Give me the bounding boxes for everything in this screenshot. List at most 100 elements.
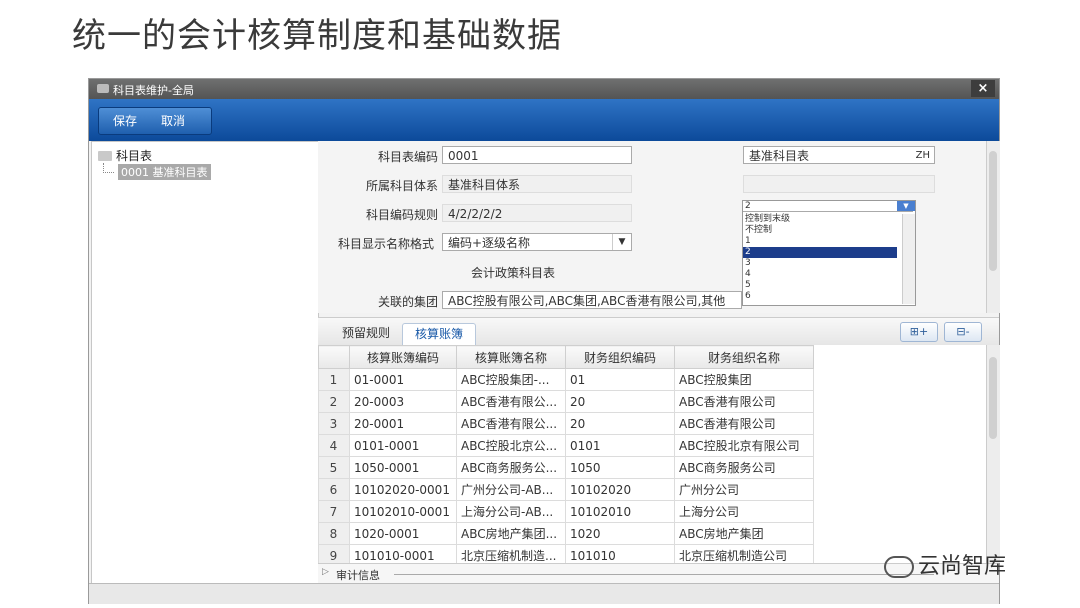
save-button[interactable]: 保存 [113, 112, 137, 129]
system-label: 所属科目体系 [365, 179, 438, 193]
row-number[interactable]: 7 [318, 500, 350, 523]
book-code-header[interactable]: 核算账簿编码 [349, 345, 457, 369]
org-name-cell[interactable]: 广州分公司 [674, 478, 814, 501]
book-code-cell[interactable]: 101010-0001 [349, 544, 457, 563]
book-name-cell[interactable]: 上海分公司-AB... [456, 500, 566, 523]
scrollbar-thumb[interactable] [989, 151, 997, 271]
org-name-cell[interactable]: 北京压缩机制造公司 [674, 544, 814, 563]
org-code-cell[interactable]: 10102010 [565, 500, 675, 523]
row-number[interactable]: 2 [318, 390, 350, 413]
groups-label: 关联的集团 [377, 295, 438, 309]
book-name-cell[interactable]: ABC控股集团-... [456, 368, 566, 391]
tree-node-selected[interactable]: 0001 基准科目表 [118, 164, 211, 180]
book-code-cell[interactable]: 10102010-0001 [349, 500, 457, 523]
org-code-header[interactable]: 财务组织编码 [565, 345, 675, 369]
book-code-cell[interactable]: 01-0001 [349, 368, 457, 391]
dropdown-arrow-icon[interactable]: ▼ [897, 201, 915, 211]
listbox-scrollbar[interactable] [902, 214, 915, 304]
table-row[interactable]: 3 20-0001 ABC香港有限公... 20 ABC香港有限公司 [318, 412, 814, 435]
audit-info-label: 审计信息 [336, 569, 380, 582]
form-scrollbar[interactable] [986, 141, 1000, 313]
book-code-cell[interactable]: 20-0001 [349, 412, 457, 435]
code-field[interactable]: 0001 [442, 146, 632, 164]
tab-reserve-rules[interactable]: 预留规则 [330, 323, 402, 345]
expand-triangle-icon[interactable]: ▷ [322, 567, 329, 577]
language-code[interactable]: ZH [916, 147, 930, 165]
name-field[interactable]: 基准科目表 ZH [743, 146, 935, 164]
org-name-cell[interactable]: ABC控股北京有限公司 [674, 434, 814, 457]
add-row-icon[interactable]: ⊞+ [900, 322, 938, 342]
control-rule-field[interactable] [743, 175, 935, 193]
org-name-cell[interactable]: 上海分公司 [674, 500, 814, 523]
control-level-option[interactable]: 4 [743, 269, 897, 280]
table-row[interactable]: 7 10102010-0001 上海分公司-AB... 10102010 上海分公司 [318, 500, 814, 523]
book-code-cell[interactable]: 0101-0001 [349, 434, 457, 457]
org-code-cell[interactable]: 20 [565, 412, 675, 435]
tab-accounting-books[interactable]: 核算账簿 [402, 323, 477, 346]
control-level-dropdown[interactable]: 2 ▼ 控制到末级 不控制 1 2 3 4 5 6 [742, 200, 916, 306]
table-row[interactable]: 2 20-0003 ABC香港有限公... 20 ABC香港有限公司 [318, 390, 814, 413]
book-code-cell[interactable]: 1050-0001 [349, 456, 457, 479]
control-level-current[interactable]: 2 [743, 201, 913, 212]
close-button[interactable]: × [971, 80, 995, 97]
org-code-cell[interactable]: 20 [565, 390, 675, 413]
table-scrollbar[interactable] [986, 345, 1000, 563]
tree-connector [103, 163, 114, 173]
org-code-cell[interactable]: 01 [565, 368, 675, 391]
coding-rule-field[interactable]: 4/2/2/2/2 [442, 204, 632, 222]
org-name-cell[interactable]: ABC香港有限公司 [674, 412, 814, 435]
book-name-header[interactable]: 核算账簿名称 [456, 345, 566, 369]
row-number[interactable]: 3 [318, 412, 350, 435]
row-number[interactable]: 9 [318, 544, 350, 563]
book-name-cell[interactable]: ABC香港有限公... [456, 390, 566, 413]
book-code-cell[interactable]: 10102020-0001 [349, 478, 457, 501]
org-code-cell[interactable]: 0101 [565, 434, 675, 457]
table-row[interactable]: 5 1050-0001 ABC商务服务公... 1050 ABC商务服务公司 [318, 456, 814, 479]
org-code-cell[interactable]: 10102020 [565, 478, 675, 501]
table-row[interactable]: 1 01-0001 ABC控股集团-... 01 ABC控股集团 [318, 368, 814, 391]
title-bar: 科目表维护-全局 × [89, 79, 999, 99]
groups-field[interactable]: ABC控股有限公司,ABC集团,ABC香港有限公司,其他 [442, 291, 742, 309]
org-code-cell[interactable]: 101010 [565, 544, 675, 563]
control-level-option[interactable]: 3 [743, 258, 897, 269]
book-code-cell[interactable]: 20-0003 [349, 390, 457, 413]
org-name-cell[interactable]: ABC控股集团 [674, 368, 814, 391]
org-name-cell[interactable]: ABC香港有限公司 [674, 390, 814, 413]
org-name-header[interactable]: 财务组织名称 [674, 345, 814, 369]
control-level-option[interactable]: 5 [743, 280, 897, 291]
control-level-option[interactable]: 1 [743, 236, 897, 247]
table-row[interactable]: 6 10102020-0001 广州分公司-AB... 10102020 广州分公司 [318, 478, 814, 501]
book-name-cell[interactable]: 北京压缩机制造... [456, 544, 566, 563]
org-code-cell[interactable]: 1020 [565, 522, 675, 545]
tree-root-node[interactable]: 科目表 [116, 147, 152, 164]
book-name-cell[interactable]: 广州分公司-AB... [456, 478, 566, 501]
display-format-select[interactable]: 编码+逐级名称 ▼ [442, 233, 632, 251]
scrollbar-thumb[interactable] [989, 357, 997, 439]
chevron-down-icon[interactable]: ▼ [612, 234, 631, 250]
control-level-option[interactable]: 不控制 [743, 225, 897, 236]
table-row[interactable]: 8 1020-0001 ABC房地产集团... 1020 ABC房地产集团 [318, 522, 814, 545]
table-row[interactable]: 4 0101-0001 ABC控股北京公... 0101 ABC控股北京有限公司 [318, 434, 814, 457]
row-number[interactable]: 4 [318, 434, 350, 457]
system-field[interactable]: 基准科目体系 [442, 175, 632, 193]
org-name-cell[interactable]: ABC房地产集团 [674, 522, 814, 545]
book-code-cell[interactable]: 1020-0001 [349, 522, 457, 545]
control-level-option[interactable]: 2 [743, 247, 897, 258]
org-name-cell[interactable]: ABC商务服务公司 [674, 456, 814, 479]
control-level-option[interactable]: 6 [743, 291, 897, 302]
row-number[interactable]: 5 [318, 456, 350, 479]
book-name-cell[interactable]: ABC控股北京公... [456, 434, 566, 457]
window-title: 科目表维护-全局 [113, 84, 194, 97]
row-number[interactable]: 8 [318, 522, 350, 545]
control-level-option[interactable]: 控制到末级 [743, 214, 897, 225]
row-number[interactable]: 6 [318, 478, 350, 501]
org-code-cell[interactable]: 1050 [565, 456, 675, 479]
row-number[interactable]: 1 [318, 368, 350, 391]
table-header-row: 核算账簿编码 核算账簿名称 财务组织编码 财务组织名称 [318, 345, 814, 369]
book-name-cell[interactable]: ABC商务服务公... [456, 456, 566, 479]
remove-row-icon[interactable]: ⊟- [944, 322, 982, 342]
book-name-cell[interactable]: ABC香港有限公... [456, 412, 566, 435]
cancel-button[interactable]: 取消 [161, 112, 185, 129]
table-row[interactable]: 9 101010-0001 北京压缩机制造... 101010 北京压缩机制造公司 [318, 544, 814, 563]
book-name-cell[interactable]: ABC房地产集团... [456, 522, 566, 545]
